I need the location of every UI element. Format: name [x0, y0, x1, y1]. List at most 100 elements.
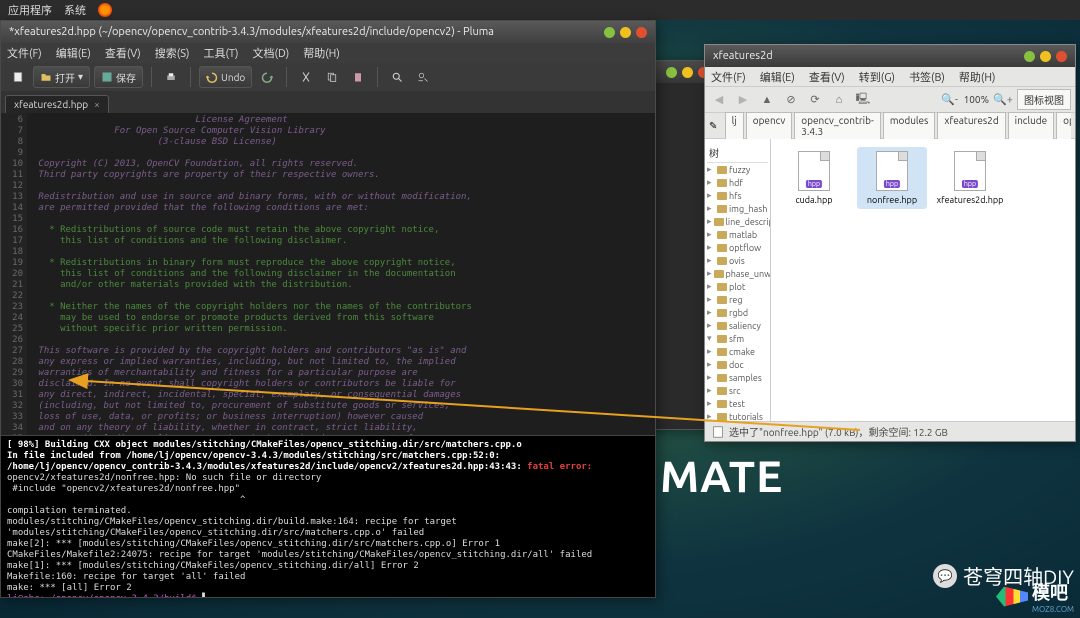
parrot-icon — [996, 587, 1028, 607]
back-icon[interactable]: ◀ — [709, 90, 729, 110]
copy-icon[interactable] — [321, 66, 343, 88]
pluma-title: *xfeatures2d.hpp (~/opencv/opencv_contri… — [9, 26, 494, 38]
tree-item[interactable]: ▸doc — [707, 358, 768, 371]
menu-search[interactable]: 搜索(S) — [155, 45, 190, 61]
tree-item[interactable]: ▸line_descriptor — [707, 215, 768, 228]
tab-close-icon[interactable]: × — [94, 99, 100, 110]
menu-edit[interactable]: 编辑(E) — [760, 69, 795, 85]
tree-item[interactable]: ▸samples — [707, 371, 768, 384]
breadcrumb-segment[interactable]: include — [1008, 112, 1055, 140]
brand-watermark: 模吧 MOZ8.COM — [996, 579, 1074, 614]
find-replace-icon[interactable] — [412, 66, 434, 88]
wechat-icon: 💬 — [933, 564, 957, 588]
minimize-icon[interactable] — [1024, 51, 1035, 62]
terminal[interactable]: [ 98%] Building CXX object modules/stitc… — [0, 435, 656, 598]
tree-item[interactable]: ▸hfs — [707, 189, 768, 202]
system-panel: 应用程序 系统 — [0, 0, 1080, 20]
forward-icon[interactable]: ▶ — [733, 90, 753, 110]
home-icon[interactable]: ⌂ — [829, 90, 849, 110]
tree-header: 树 — [707, 143, 768, 163]
caja-statusbar: 选中了"nonfree.hpp" (7.0 kB)，剩余空间: 12.2 GB — [705, 421, 1075, 441]
file-item[interactable]: hppcuda.hpp — [779, 147, 849, 209]
tree-item[interactable]: ▸img_hash — [707, 202, 768, 215]
menu-help[interactable]: 帮助(H) — [303, 45, 340, 61]
caja-toolbar: ◀ ▶ ▲ ⊘ ⟳ ⌂ 🖳 🔍- 100% 🔍+ 图标视图 — [705, 87, 1075, 113]
file-item[interactable]: hppnonfree.hpp — [857, 147, 927, 209]
tree-item[interactable]: ▸reg — [707, 293, 768, 306]
cut-icon[interactable] — [295, 66, 317, 88]
save-button[interactable]: 保存 — [94, 66, 143, 88]
breadcrumb-segment[interactable]: opencv — [746, 112, 793, 140]
tree-item[interactable]: ▸test — [707, 397, 768, 410]
view-mode-selector[interactable]: 图标视图 — [1017, 89, 1071, 110]
tree-item[interactable]: ▸ovis — [707, 254, 768, 267]
reload-icon[interactable]: ⟳ — [805, 90, 825, 110]
breadcrumb-segment[interactable]: opencv_contrib-3.4.3 — [794, 112, 881, 140]
file-tab[interactable]: xfeatures2d.hpp × — [5, 95, 109, 113]
menu-view[interactable]: 查看(V) — [809, 69, 845, 85]
breadcrumb-segment[interactable]: opencv2 — [1056, 112, 1071, 140]
tree-item[interactable]: ▸src — [707, 384, 768, 397]
tree-item[interactable]: ▸phase_unwrapping — [707, 267, 768, 280]
tree-item[interactable]: ▸plot — [707, 280, 768, 293]
zoom-in-icon[interactable]: 🔍+ — [993, 90, 1013, 110]
menu-docs[interactable]: 文档(D) — [253, 45, 290, 61]
menu-tools[interactable]: 工具(T) — [203, 45, 238, 61]
tree-item[interactable]: ▾sfm — [707, 332, 768, 345]
tree-item[interactable]: ▸hdf — [707, 176, 768, 189]
menu-applications[interactable]: 应用程序 — [8, 2, 52, 18]
caja-title: xfeatures2d — [713, 50, 773, 62]
maximize-icon[interactable] — [620, 27, 631, 38]
status-text: 选中了"nonfree.hpp" (7.0 kB)，剩余空间: 12.2 GB — [729, 424, 948, 439]
up-icon[interactable]: ▲ — [757, 90, 777, 110]
tree-item[interactable]: ▸tutorials — [707, 410, 768, 421]
zoom-out-icon[interactable]: 🔍- — [940, 90, 960, 110]
sidebar-tree[interactable]: 树 ▸fuzzy▸hdf▸hfs▸img_hash▸line_descripto… — [705, 139, 771, 421]
zoom-level: 100% — [964, 94, 989, 105]
menu-edit[interactable]: 编辑(E) — [56, 45, 91, 61]
maximize-icon[interactable] — [1040, 51, 1051, 62]
pluma-toolbar: 打开▾ 保存 Undo — [1, 63, 655, 91]
stop-icon[interactable]: ⊘ — [781, 90, 801, 110]
menu-file[interactable]: 文件(F) — [7, 45, 42, 61]
tree-item[interactable]: ▸fuzzy — [707, 163, 768, 176]
tab-label: xfeatures2d.hpp — [14, 99, 88, 110]
file-icon-view[interactable]: hppcuda.hpphppnonfree.hpphppxfeatures2d.… — [771, 139, 1075, 421]
tree-item[interactable]: ▸optflow — [707, 241, 768, 254]
path-edit-icon[interactable]: ✎ — [709, 120, 723, 132]
tree-item[interactable]: ▸rgbd — [707, 306, 768, 319]
breadcrumb-segment[interactable]: xfeatures2d — [937, 112, 1005, 140]
menu-system[interactable]: 系统 — [64, 2, 86, 18]
file-item[interactable]: hppxfeatures2d.hpp — [935, 147, 1005, 209]
open-button[interactable]: 打开▾ — [33, 66, 90, 88]
menu-help[interactable]: 帮助(H) — [959, 69, 996, 85]
find-icon[interactable] — [386, 66, 408, 88]
pluma-titlebar[interactable]: *xfeatures2d.hpp (~/opencv/opencv_contri… — [1, 21, 655, 43]
computer-icon[interactable]: 🖳 — [853, 90, 873, 110]
tree-item[interactable]: ▸saliency — [707, 319, 768, 332]
file-icon — [711, 425, 725, 439]
close-icon[interactable] — [1056, 51, 1067, 62]
close-icon[interactable] — [636, 27, 647, 38]
menu-view[interactable]: 查看(V) — [105, 45, 141, 61]
minimize-icon[interactable] — [666, 67, 677, 78]
print-icon[interactable] — [160, 66, 182, 88]
menu-bookmark[interactable]: 书签(B) — [909, 69, 945, 85]
breadcrumb-segment[interactable]: lj — [725, 112, 744, 140]
undo-button[interactable]: Undo — [199, 66, 252, 88]
caja-breadcrumb: ✎ ljopencvopencv_contrib-3.4.3modulesxfe… — [705, 113, 1075, 139]
paste-icon[interactable] — [347, 66, 369, 88]
menu-go[interactable]: 转到(G) — [859, 69, 895, 85]
menu-file[interactable]: 文件(F) — [711, 69, 746, 85]
new-file-icon[interactable] — [7, 66, 29, 88]
breadcrumb-segment[interactable]: modules — [883, 112, 936, 140]
tree-item[interactable]: ▸cmake — [707, 345, 768, 358]
caja-menubar: 文件(F) 编辑(E) 查看(V) 转到(G) 书签(B) 帮助(H) — [705, 67, 1075, 87]
pluma-tabstrip: xfeatures2d.hpp × — [1, 91, 655, 113]
tree-item[interactable]: ▸matlab — [707, 228, 768, 241]
redo-icon[interactable] — [256, 66, 278, 88]
caja-titlebar[interactable]: xfeatures2d — [705, 45, 1075, 67]
firefox-icon[interactable] — [98, 3, 112, 17]
minimize-icon[interactable] — [604, 27, 615, 38]
maximize-icon[interactable] — [682, 67, 693, 78]
